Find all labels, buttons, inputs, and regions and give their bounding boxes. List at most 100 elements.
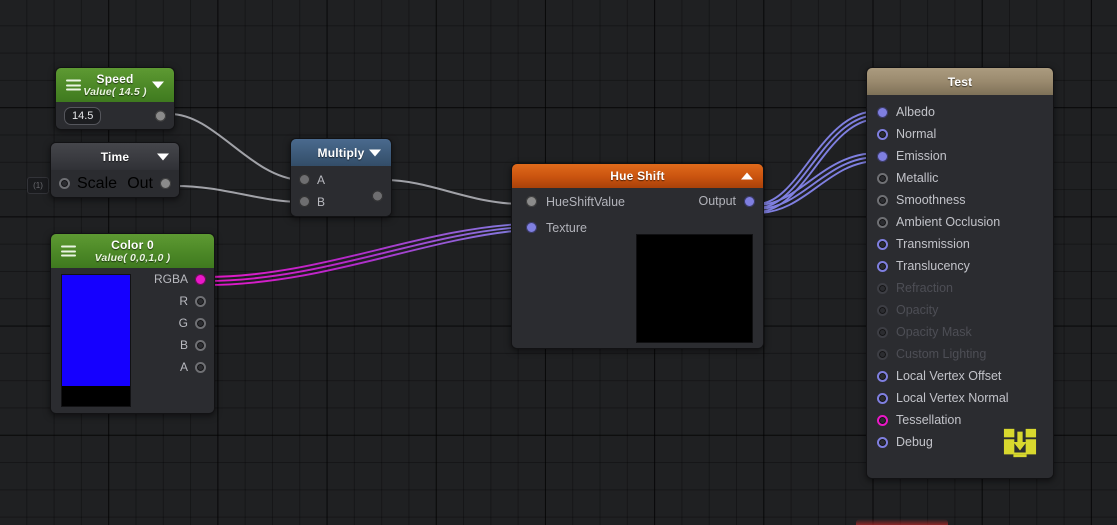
test-port-local-vertex-normal[interactable]: Local Vertex Normal <box>877 387 1053 409</box>
multiply-a-port[interactable] <box>299 174 310 185</box>
test-port-local-vertex-offset[interactable]: Local Vertex Offset <box>877 365 1053 387</box>
debug-label: Debug <box>896 435 933 449</box>
albedo-port[interactable] <box>877 106 888 118</box>
node-time-title: Time <box>100 149 130 164</box>
hue-shift-output-row[interactable]: Output <box>698 194 755 208</box>
test-port-transmission[interactable]: Transmission <box>877 233 1053 255</box>
custom-lighting-port[interactable] <box>877 348 888 360</box>
time-scale-port[interactable] <box>59 178 70 189</box>
debug-port[interactable] <box>877 436 888 448</box>
node-preview-thumbnail[interactable] <box>636 234 753 343</box>
color0-port-row[interactable]: G <box>179 316 206 330</box>
test-port-normal[interactable]: Normal <box>877 123 1053 145</box>
chevron-down-icon[interactable] <box>152 81 164 89</box>
color0-b-label: B <box>179 338 188 352</box>
color-swatch[interactable] <box>61 274 131 407</box>
node-speed-title: Speed <box>96 71 134 86</box>
color0-r-port[interactable] <box>195 295 206 307</box>
ambient-occlusion-label: Ambient Occlusion <box>896 215 1001 229</box>
node-time-body: Scale Out <box>51 170 179 197</box>
time-out-port[interactable] <box>160 178 171 189</box>
color0-rgba-label: RGBA <box>153 272 188 286</box>
local-vertex-normal-port[interactable] <box>877 392 888 404</box>
normal-port[interactable] <box>877 128 888 140</box>
local-vertex-offset-port[interactable] <box>877 370 888 382</box>
node-color0-title: Color 0 <box>111 237 154 252</box>
node-speed[interactable]: Speed Value( 14.5 ) 14.5 <box>55 67 175 130</box>
albedo-label: Albedo <box>896 105 935 119</box>
test-port-custom-lighting[interactable]: Custom Lighting <box>877 343 1053 365</box>
color0-port-row[interactable]: A <box>180 360 206 374</box>
node-hue-shift[interactable]: Hue Shift HueShiftValue Texture Output <box>511 163 764 349</box>
hue-shift-output-port[interactable] <box>744 195 755 207</box>
custom-lighting-label: Custom Lighting <box>896 347 987 361</box>
hue-shift-texture-port[interactable] <box>526 222 537 233</box>
collapsed-node-chip[interactable]: (1) <box>27 177 49 194</box>
wire-hueshift-to-test-emission <box>756 152 879 214</box>
node-speed-header[interactable]: Speed Value( 14.5 ) <box>56 68 174 102</box>
translucency-port[interactable] <box>877 260 888 272</box>
multiply-input-row[interactable]: A <box>299 172 325 187</box>
menu-icon[interactable] <box>61 245 76 257</box>
node-test-header[interactable]: Test <box>867 68 1053 95</box>
node-color0-body: RGBA R G B A <box>51 268 214 413</box>
hue-shift-input-row[interactable]: Texture <box>526 220 625 235</box>
chevron-down-icon[interactable] <box>157 153 169 160</box>
multiply-input-row[interactable]: B <box>299 194 325 209</box>
color0-g-port[interactable] <box>195 317 206 329</box>
metallic-port[interactable] <box>877 172 888 184</box>
test-port-smoothness[interactable]: Smoothness <box>877 189 1053 211</box>
color0-port-row[interactable]: RGBA <box>154 272 206 286</box>
node-color0[interactable]: Color 0 Value( 0,0,1,0 ) RGBA R G B A <box>50 233 215 414</box>
test-port-albedo[interactable]: Albedo <box>877 101 1053 123</box>
node-time[interactable]: Time Scale Out <box>50 142 180 198</box>
hue-shift-input-row[interactable]: HueShiftValue <box>526 194 625 209</box>
color0-port-row[interactable]: R <box>179 294 206 308</box>
tessellation-port[interactable] <box>877 414 888 426</box>
wire-hueshift-to-test-albedo <box>756 110 879 213</box>
chevron-down-icon[interactable] <box>369 149 381 156</box>
node-test-master[interactable]: Test Albedo Normal Emission Metallic Smo… <box>866 67 1054 479</box>
color0-a-port[interactable] <box>195 361 206 373</box>
multiply-b-port[interactable] <box>299 196 310 207</box>
color0-port-row[interactable]: B <box>180 338 206 352</box>
test-port-translucency[interactable]: Translucency <box>877 255 1053 277</box>
hue-shift-texture-label: Texture <box>546 220 587 235</box>
transmission-port[interactable] <box>877 238 888 250</box>
node-speed-body: 14.5 <box>56 102 174 129</box>
node-color0-header[interactable]: Color 0 Value( 0,0,1,0 ) <box>51 234 214 268</box>
node-multiply-header[interactable]: Multiply <box>291 139 391 166</box>
multiply-a-label: A <box>317 172 326 187</box>
ambient-occlusion-port[interactable] <box>877 216 888 228</box>
smoothness-port[interactable] <box>877 194 888 206</box>
time-out-output-row[interactable]: Out <box>127 175 171 193</box>
test-port-opacity-mask[interactable]: Opacity Mask <box>877 321 1053 343</box>
color0-b-port[interactable] <box>195 339 206 351</box>
node-hue-shift-header[interactable]: Hue Shift <box>512 164 763 188</box>
hue-shift-value-port[interactable] <box>526 196 537 207</box>
normal-label: Normal <box>896 127 937 141</box>
opacity-mask-port[interactable] <box>877 326 888 338</box>
test-port-refraction[interactable]: Refraction <box>877 277 1053 299</box>
color0-g-label: G <box>178 316 188 330</box>
node-multiply[interactable]: Multiply A B <box>290 138 392 217</box>
test-port-ambient-occlusion[interactable]: Ambient Occlusion <box>877 211 1053 233</box>
speed-output-port[interactable] <box>155 110 166 121</box>
speed-value-input[interactable]: 14.5 <box>64 106 102 125</box>
refraction-port[interactable] <box>877 282 888 294</box>
chevron-up-icon[interactable] <box>741 172 753 180</box>
node-time-header[interactable]: Time <box>51 143 179 170</box>
download-icon[interactable] <box>1001 426 1039 460</box>
opacity-port[interactable] <box>877 304 888 316</box>
test-port-opacity[interactable]: Opacity <box>877 299 1053 321</box>
node-color0-subtitle: Value( 0,0,1,0 ) <box>94 251 171 264</box>
time-scale-input-row[interactable]: Scale <box>59 175 117 193</box>
test-port-emission[interactable]: Emission <box>877 145 1053 167</box>
emission-port[interactable] <box>877 150 888 162</box>
menu-icon[interactable] <box>66 79 81 91</box>
test-port-metallic[interactable]: Metallic <box>877 167 1053 189</box>
node-graph-canvas[interactable]: Speed Value( 14.5 ) 14.5 (1) Time Scale … <box>0 0 1117 525</box>
color0-rgba-port[interactable] <box>195 273 206 285</box>
time-scale-label: Scale <box>77 174 118 192</box>
multiply-output-port[interactable] <box>372 190 383 202</box>
